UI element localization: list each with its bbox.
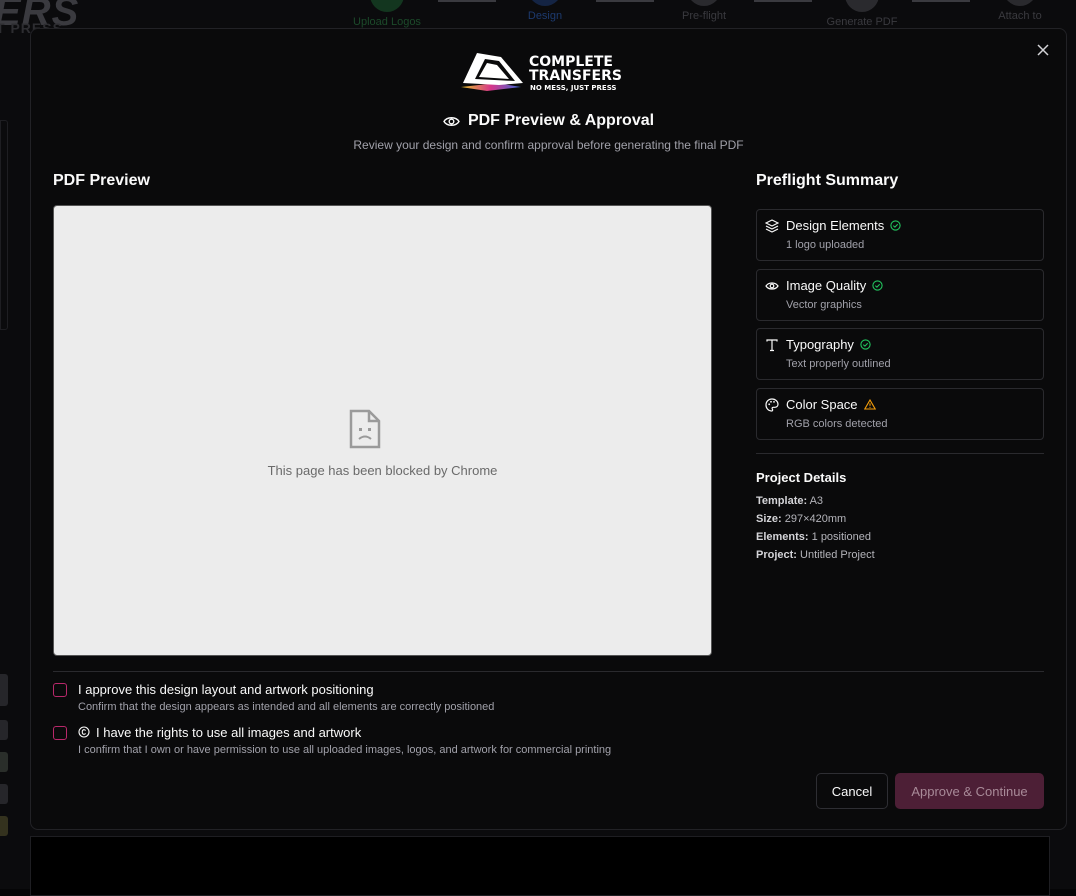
check-circle-icon bbox=[872, 280, 883, 291]
preflight-item-design-elements: Design Elements 1 logo uploaded bbox=[756, 209, 1044, 261]
preflight-item-title: Image Quality bbox=[786, 278, 866, 293]
background-swatch bbox=[0, 784, 8, 804]
step-connector bbox=[754, 0, 812, 2]
divider bbox=[53, 671, 1044, 672]
detail-label: Elements: bbox=[756, 531, 809, 543]
eye-icon bbox=[443, 115, 460, 128]
preflight-item-subtitle: RGB colors detected bbox=[786, 418, 888, 430]
approve-layout-checkbox[interactable] bbox=[53, 683, 67, 697]
step-attach: Attach to bbox=[990, 0, 1050, 22]
detail-label: Project: bbox=[756, 549, 797, 561]
dialog-title-text: PDF Preview & Approval bbox=[468, 112, 654, 129]
palette-icon bbox=[765, 398, 779, 412]
cancel-button[interactable]: Cancel bbox=[816, 773, 888, 809]
background-swatch bbox=[0, 674, 8, 706]
detail-label: Template: bbox=[756, 495, 807, 507]
step-connector bbox=[438, 0, 496, 2]
pdf-approval-dialog: COMPLETE TRANSFERS NO MESS, JUST PRESS P… bbox=[30, 28, 1067, 830]
complete-transfers-logo: COMPLETE TRANSFERS NO MESS, JUST PRESS bbox=[457, 49, 641, 95]
close-button[interactable] bbox=[1034, 41, 1052, 59]
project-detail-project: Project: Untitled Project bbox=[756, 549, 875, 561]
dialog-title: PDF Preview & Approval bbox=[31, 112, 1066, 130]
detail-label: Size: bbox=[756, 513, 782, 525]
project-details-heading: Project Details bbox=[756, 470, 846, 485]
warning-triangle-icon bbox=[864, 399, 876, 410]
preflight-item-subtitle: 1 logo uploaded bbox=[786, 239, 864, 251]
background-swatch bbox=[0, 720, 8, 740]
detail-value: 297×420mm bbox=[785, 513, 846, 525]
copyright-icon bbox=[78, 726, 90, 738]
approve-layout-description: Confirm that the design appears as inten… bbox=[78, 701, 494, 713]
blocked-message: This page has been blocked by Chrome bbox=[54, 463, 711, 478]
preflight-summary-heading: Preflight Summary bbox=[756, 172, 898, 190]
rights-confirmation-description: I confirm that I own or have permission … bbox=[78, 744, 611, 756]
step-design: Design bbox=[515, 0, 575, 22]
close-icon bbox=[1037, 44, 1049, 56]
preflight-item-subtitle: Text properly outlined bbox=[786, 358, 891, 370]
step-connector bbox=[912, 0, 970, 2]
preflight-item-image-quality: Image Quality Vector graphics bbox=[756, 269, 1044, 321]
rights-confirmation-label[interactable]: I have the rights to use all images and … bbox=[78, 725, 361, 740]
dialog-subtitle: Review your design and confirm approval … bbox=[31, 138, 1066, 152]
approve-continue-button[interactable]: Approve & Continue bbox=[895, 773, 1044, 809]
background-panel bbox=[0, 120, 8, 330]
preflight-item-subtitle: Vector graphics bbox=[786, 299, 862, 311]
project-detail-template: Template: A3 bbox=[756, 495, 823, 507]
background-swatch bbox=[0, 816, 8, 836]
rights-confirmation-checkbox[interactable] bbox=[53, 726, 67, 740]
detail-value: Untitled Project bbox=[800, 549, 875, 561]
layers-icon bbox=[765, 219, 779, 233]
detail-value: 1 positioned bbox=[812, 531, 871, 543]
step-preflight: Pre-flight bbox=[674, 0, 734, 22]
preflight-item-typography: Typography Text properly outlined bbox=[756, 328, 1044, 380]
blocked-page-icon bbox=[349, 409, 381, 449]
project-detail-elements: Elements: 1 positioned bbox=[756, 531, 871, 543]
pdf-preview-heading: PDF Preview bbox=[53, 172, 150, 190]
check-circle-icon bbox=[860, 339, 871, 350]
step-generate-pdf: Generate PDF bbox=[822, 0, 902, 28]
detail-value: A3 bbox=[810, 495, 823, 507]
background-swatch bbox=[0, 752, 8, 772]
logo-tagline: NO MESS, JUST PRESS bbox=[530, 84, 616, 92]
approve-layout-label[interactable]: I approve this design layout and artwork… bbox=[78, 682, 374, 697]
preflight-item-title: Typography bbox=[786, 337, 854, 352]
project-detail-size: Size: 297×420mm bbox=[756, 513, 846, 525]
check-circle-icon bbox=[890, 220, 901, 231]
eye-icon bbox=[765, 279, 779, 293]
preflight-item-title: Color Space bbox=[786, 397, 858, 412]
step-upload-logos: Upload Logos bbox=[352, 0, 422, 28]
divider bbox=[756, 453, 1044, 454]
preflight-item-color-space: Color Space RGB colors detected bbox=[756, 388, 1044, 440]
preflight-item-title: Design Elements bbox=[786, 218, 884, 233]
logo-line2: TRANSFERS bbox=[529, 68, 622, 84]
background-canvas-area bbox=[30, 836, 1050, 896]
pdf-preview-frame[interactable]: This page has been blocked by Chrome bbox=[53, 205, 712, 656]
rights-confirmation-text: I have the rights to use all images and … bbox=[96, 725, 361, 740]
type-icon bbox=[765, 338, 779, 352]
step-connector bbox=[596, 0, 654, 2]
